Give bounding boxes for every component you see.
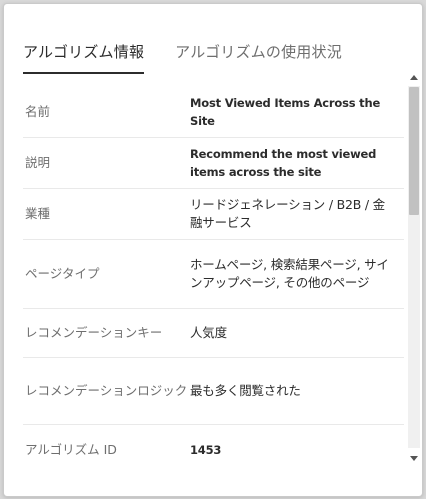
detail-row-recommendation-logic: レコメンデーションロジック 最も多く閲覧された xyxy=(23,358,404,425)
detail-label: 名前 xyxy=(25,103,51,119)
detail-value: 最も多く閲覧された xyxy=(190,383,301,398)
detail-label: 説明 xyxy=(25,155,51,170)
tab-algorithm-usage[interactable]: アルゴリズムの使用状況 xyxy=(175,42,342,72)
algorithm-info-popover: アルゴリズム情報 アルゴリズムの使用状況 名前 Most Viewed Item… xyxy=(3,3,423,497)
detail-value: リードジェネレーション / B2B / 金融サービス xyxy=(190,197,385,230)
vertical-scrollbar[interactable] xyxy=(408,72,420,464)
tab-bar: アルゴリズム情報 アルゴリズムの使用状況 xyxy=(23,42,342,74)
detail-row-industry: 業種 リードジェネレーション / B2B / 金融サービス xyxy=(23,189,404,240)
tab-algorithm-info[interactable]: アルゴリズム情報 xyxy=(23,42,145,74)
detail-row-recommendation-key: レコメンデーションキー 人気度 xyxy=(23,309,404,358)
details-panel[interactable]: 名前 Most Viewed Items Across the Site 説明 … xyxy=(23,86,404,461)
detail-label: アルゴリズム ID xyxy=(25,441,117,457)
detail-value: Most Viewed Items Across the Site xyxy=(190,95,381,128)
scroll-thumb[interactable] xyxy=(409,87,419,215)
detail-label: 業種 xyxy=(25,206,51,221)
detail-value: 1453 xyxy=(190,442,222,457)
scroll-down-arrow-icon[interactable] xyxy=(410,456,418,461)
detail-label: レコメンデーションロジック xyxy=(25,383,188,398)
detail-label: ページタイプ xyxy=(25,266,100,281)
detail-row-name: 名前 Most Viewed Items Across the Site xyxy=(23,86,404,138)
detail-value: 人気度 xyxy=(190,325,227,340)
detail-label: レコメンデーションキー xyxy=(25,325,163,340)
detail-value: ホームページ, 検索結果ページ, サインアップページ, その他のページ xyxy=(190,257,389,290)
detail-row-description: 説明 Recommend the most viewed items acros… xyxy=(23,138,404,189)
detail-row-page-type: ページタイプ ホームページ, 検索結果ページ, サインアップページ, その他のペ… xyxy=(23,240,404,309)
detail-row-algorithm-id: アルゴリズム ID 1453 xyxy=(23,425,404,461)
detail-value: Recommend the most viewed items across t… xyxy=(190,147,377,179)
scroll-track[interactable] xyxy=(408,86,420,448)
scroll-up-arrow-icon[interactable] xyxy=(410,75,418,80)
